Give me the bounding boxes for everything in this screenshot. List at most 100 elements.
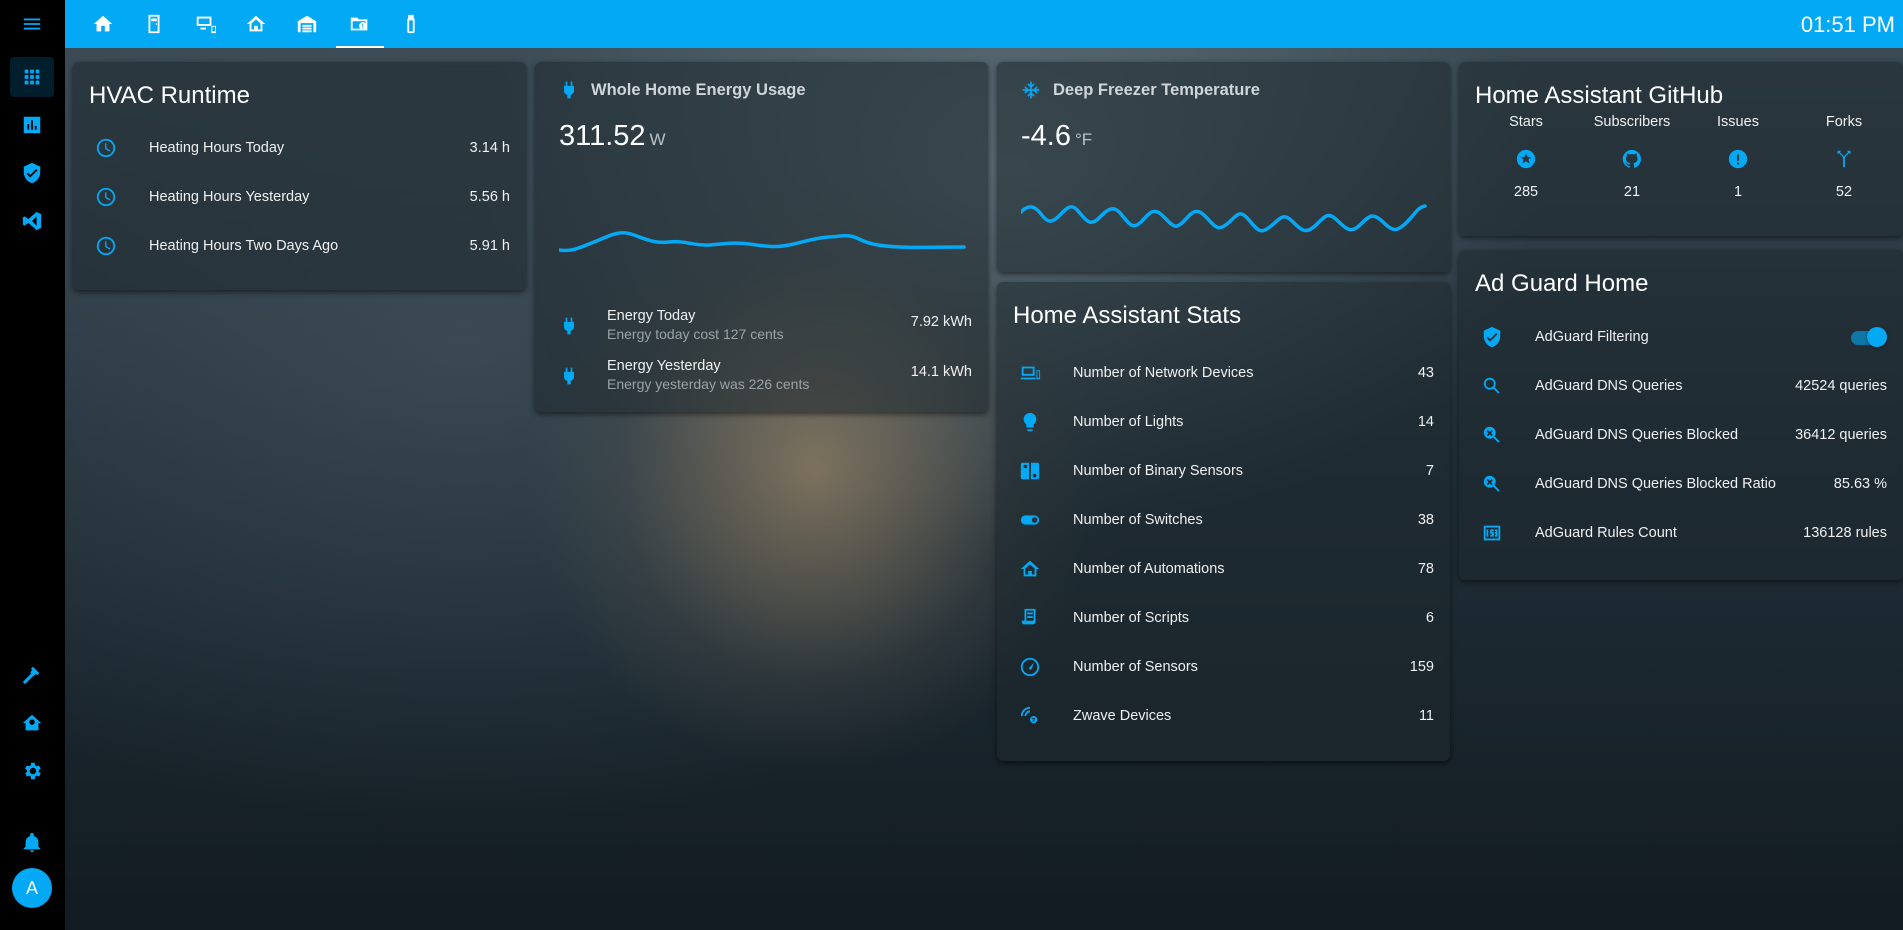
power-plug-icon — [564, 367, 574, 385]
row-value: 38 — [1417, 511, 1434, 528]
clock-icon — [95, 137, 135, 159]
github-issues[interactable]: Issues 1 — [1685, 114, 1791, 200]
sensor-header: Deep Freezer Temperature — [1021, 80, 1260, 100]
avatar[interactable]: A — [12, 868, 52, 908]
magnify-close-icon — [1481, 473, 1521, 495]
tab-garage-icon[interactable] — [283, 0, 331, 48]
list-item[interactable]: AdGuard Rules Count 136128 rules — [1459, 508, 1903, 557]
list-item[interactable]: Number of Scripts 6 — [997, 593, 1450, 642]
row-value: 14.1 kWh — [910, 364, 972, 380]
list-item[interactable]: AdGuard DNS Queries 42524 queries — [1459, 361, 1903, 410]
sensor-value: 311.52 W — [559, 120, 666, 152]
home-automation-icon — [1019, 558, 1059, 580]
list-item[interactable]: Heating Hours Yesterday 5.56 h — [73, 172, 526, 221]
chart-icon[interactable] — [10, 105, 54, 145]
tab-home-icon[interactable] — [79, 0, 127, 48]
row-label: Number of Automations — [1073, 560, 1225, 577]
row-value: 11 — [1418, 707, 1434, 724]
list-item[interactable]: Number of Sensors 159 — [997, 642, 1450, 691]
adguard-card: Ad Guard Home AdGuard Filtering AdGuard … — [1459, 250, 1903, 580]
card-title: Home Assistant Stats — [1013, 302, 1242, 329]
row-label: AdGuard DNS Queries Blocked — [1535, 426, 1739, 443]
list-item[interactable]: Zwave Devices 11 — [997, 691, 1450, 740]
list-item[interactable]: Number of Lights 14 — [997, 397, 1450, 446]
tab-folder-info-icon[interactable] — [336, 0, 384, 48]
list-item[interactable]: Heating Hours Today 3.14 h — [73, 123, 526, 172]
tab-bulb-icon[interactable] — [387, 0, 435, 48]
fork-icon — [1791, 148, 1897, 170]
ha-stats-card: Home Assistant Stats Number of Network D… — [997, 282, 1450, 761]
magnify-icon — [1481, 375, 1521, 397]
tab-devices-icon[interactable] — [181, 0, 229, 48]
row-value: 85.63 % — [1833, 475, 1887, 492]
row-label: Number of Lights — [1073, 413, 1184, 430]
row-label: Number of Binary Sensors — [1073, 462, 1244, 479]
list-item[interactable]: Number of Automations 78 — [997, 544, 1450, 593]
tab-door-icon[interactable] — [130, 0, 178, 48]
row-label: Number of Sensors — [1073, 658, 1198, 675]
alert-circle-icon — [1685, 148, 1791, 170]
power-plug-icon — [564, 317, 574, 335]
row-value: 43 — [1417, 364, 1434, 381]
clock-icon — [95, 235, 135, 257]
vscode-icon[interactable] — [10, 201, 54, 241]
toggle-knob — [1867, 327, 1887, 347]
magnify-close-icon — [1481, 424, 1521, 446]
shield-check-icon — [1481, 326, 1521, 348]
row-value: 42524 queries — [1795, 377, 1887, 394]
list-item[interactable]: AdGuard DNS Queries Blocked Ratio 85.63 … — [1459, 459, 1903, 508]
switch-console-icon — [1019, 460, 1059, 482]
clock: 01:51 PM — [1800, 12, 1895, 37]
sensor-title: Whole Home Energy Usage — [591, 80, 806, 99]
counter-icon — [1481, 522, 1521, 544]
toggle-icon — [1019, 509, 1059, 531]
hammer-icon[interactable] — [10, 655, 54, 695]
gear-icon[interactable] — [10, 751, 54, 791]
github-stars[interactable]: Stars 285 — [1473, 114, 1579, 200]
row-label: Number of Switches — [1073, 511, 1203, 528]
row-value: 6 — [1425, 609, 1434, 626]
sensor-title: Deep Freezer Temperature — [1053, 80, 1260, 99]
row-value: 36412 queries — [1795, 426, 1887, 443]
list-item[interactable]: Number of Network Devices 43 — [997, 348, 1450, 397]
home-tools-icon[interactable] — [10, 703, 54, 743]
list-item[interactable]: Heating Hours Two Days Ago 5.91 h — [73, 221, 526, 270]
row-value: 7 — [1425, 462, 1434, 479]
top-bar: 01:51 PM — [65, 0, 1903, 48]
power-plug-icon — [564, 81, 574, 99]
menu-icon[interactable] — [10, 4, 54, 44]
list-item[interactable]: AdGuard DNS Queries Blocked 36412 querie… — [1459, 410, 1903, 459]
row-label: Zwave Devices — [1073, 707, 1172, 724]
card-title: Home Assistant GitHub — [1475, 82, 1724, 109]
freezer-temperature-card[interactable]: Deep Freezer Temperature -4.6 °F — [997, 62, 1450, 272]
zwave-icon — [1019, 705, 1059, 727]
row-value: 14 — [1417, 413, 1434, 430]
energy-usage-card[interactable]: Whole Home Energy Usage 311.52 W Energy T… — [535, 62, 988, 412]
list-item[interactable]: Energy Today Energy today cost 127 cents… — [535, 302, 988, 350]
adguard-filtering-toggle[interactable] — [1851, 327, 1887, 347]
adguard-filtering-row[interactable]: AdGuard Filtering — [1459, 312, 1903, 361]
row-label: Energy Yesterday — [607, 358, 721, 374]
row-secondary: Energy yesterday was 226 cents — [607, 376, 810, 392]
sensor-header: Whole Home Energy Usage — [559, 80, 806, 100]
github-icon — [1579, 148, 1685, 170]
row-value: 159 — [1409, 658, 1434, 675]
list-item[interactable]: Energy Yesterday Energy yesterday was 22… — [535, 352, 988, 400]
github-forks[interactable]: Forks 52 — [1791, 114, 1897, 200]
snowflake-icon — [1022, 81, 1040, 99]
apps-icon[interactable] — [10, 57, 54, 97]
energy-sparkline — [559, 230, 966, 253]
temperature-sparkline — [1021, 204, 1427, 233]
row-label: Number of Scripts — [1073, 609, 1190, 626]
list-item[interactable]: Number of Binary Sensors 7 — [997, 446, 1450, 495]
row-label: Heating Hours Yesterday — [149, 188, 310, 205]
row-label: AdGuard Rules Count — [1535, 524, 1677, 541]
star-circle-icon — [1473, 148, 1579, 170]
list-item[interactable]: Number of Switches 38 — [997, 495, 1450, 544]
row-label: Number of Network Devices — [1073, 364, 1254, 381]
shield-check-icon[interactable] — [10, 153, 54, 193]
bell-icon[interactable] — [10, 823, 54, 863]
github-subscribers[interactable]: Subscribers 21 — [1579, 114, 1685, 200]
tab-home-automation-icon[interactable] — [232, 0, 280, 48]
row-label: AdGuard DNS Queries Blocked Ratio — [1535, 475, 1776, 492]
